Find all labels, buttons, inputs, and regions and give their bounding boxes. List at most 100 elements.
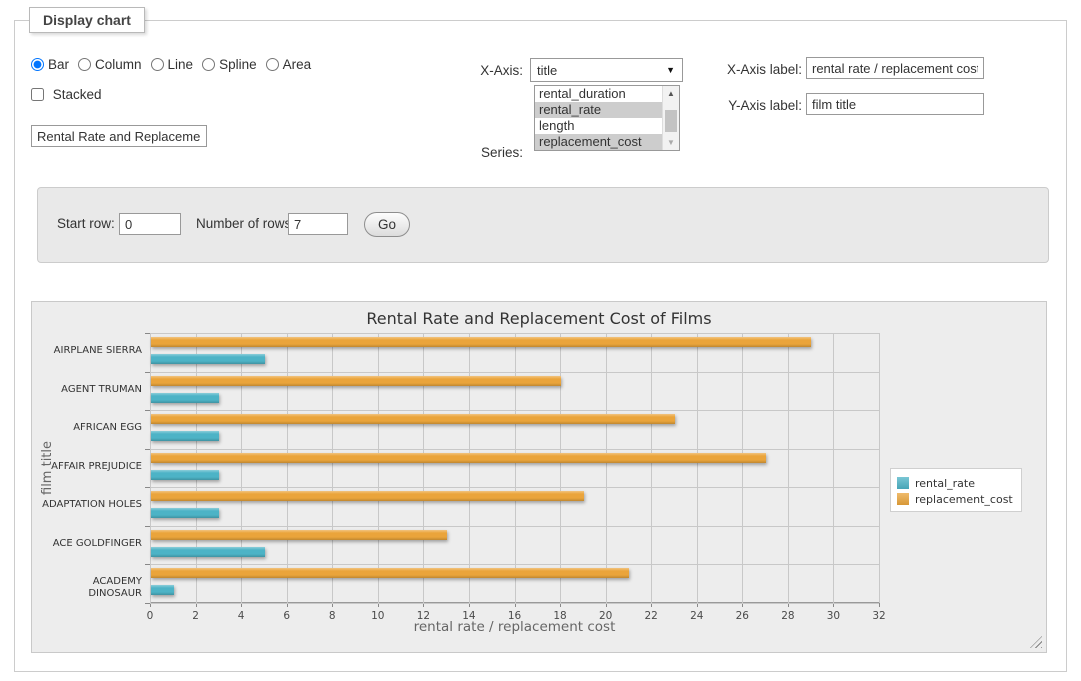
start-row-input[interactable] (119, 213, 181, 235)
y-gridline (150, 333, 879, 334)
x-gridline (469, 333, 470, 603)
y-gridline (150, 410, 879, 411)
series-option-rental_duration[interactable]: rental_duration (535, 86, 662, 102)
scroll-up-icon[interactable]: ▲ (663, 86, 679, 101)
bar-replacement_cost[interactable] (151, 453, 766, 463)
num-rows-label: Number of rows: (196, 216, 295, 231)
bar-rental_rate[interactable] (151, 354, 265, 364)
series-select-label: Series: (423, 145, 523, 160)
chart-container: Rental Rate and Replacement Cost of Film… (31, 301, 1047, 653)
legend-swatch (897, 493, 909, 505)
x-gridline (515, 333, 516, 603)
x-gridline (287, 333, 288, 603)
x-tick-label: 20 (591, 610, 621, 622)
radio-line[interactable] (151, 58, 164, 71)
category-label: ACADEMY DINOSAUR (36, 576, 142, 600)
scroll-thumb[interactable] (665, 110, 677, 132)
bar-replacement_cost[interactable] (151, 491, 584, 501)
category-label: AFRICAN EGG (36, 422, 142, 434)
display-chart-panel: Display chart BarColumnLineSplineArea St… (14, 20, 1067, 672)
chart-type-option-column[interactable]: Column (78, 57, 142, 72)
bar-rental_rate[interactable] (151, 393, 219, 403)
series-option-replacement_cost[interactable]: replacement_cost (535, 134, 662, 150)
stacked-label: Stacked (53, 87, 102, 102)
bar-rental_rate[interactable] (151, 547, 265, 557)
category-label: AIRPLANE SIERRA (36, 345, 142, 357)
start-row-label: Start row: (57, 216, 115, 231)
x-gridline (378, 333, 379, 603)
bar-rental_rate[interactable] (151, 431, 219, 441)
go-button[interactable]: Go (364, 212, 410, 237)
radio-column[interactable] (78, 58, 91, 71)
radio-bar[interactable] (31, 58, 44, 71)
x-gridline (560, 333, 561, 603)
y-gridline (150, 526, 879, 527)
x-tick-mark (879, 603, 880, 607)
x-tick-label: 12 (408, 610, 438, 622)
x-tick-label: 24 (682, 610, 712, 622)
y-gridline (150, 372, 879, 373)
x-gridline (606, 333, 607, 603)
x-tick-label: 26 (727, 610, 757, 622)
chart-title-input[interactable] (31, 125, 207, 147)
series-multiselect[interactable]: rental_durationrental_ratelengthreplacem… (534, 85, 680, 151)
xaxis-select-label: X-Axis: (423, 63, 523, 78)
legend-item-rental_rate[interactable]: rental_rate (897, 474, 1013, 490)
chart-type-radiogroup: Bar Column Line Spline Area (31, 57, 320, 72)
bar-replacement_cost[interactable] (151, 337, 811, 347)
y-tick-mark (145, 372, 150, 373)
x-tick-label: 30 (818, 610, 848, 622)
legend-label: replacement_cost (915, 493, 1013, 506)
x-tick-label: 14 (454, 610, 484, 622)
x-gridline (332, 333, 333, 603)
chart-type-option-bar[interactable]: Bar (31, 57, 69, 72)
chart-type-option-spline[interactable]: Spline (202, 57, 257, 72)
bar-rental_rate[interactable] (151, 508, 219, 518)
x-tick-label: 32 (864, 610, 894, 622)
stacked-option[interactable]: Stacked (31, 87, 102, 102)
y-gridline (150, 564, 879, 565)
bar-replacement_cost[interactable] (151, 376, 561, 386)
yaxis-label-input[interactable] (806, 93, 984, 115)
x-tick-label: 16 (500, 610, 530, 622)
radio-spline[interactable] (202, 58, 215, 71)
x-gridline (879, 333, 880, 603)
series-options: rental_durationrental_ratelengthreplacem… (535, 86, 662, 150)
num-rows-input[interactable] (288, 213, 348, 235)
x-tick-label: 6 (272, 610, 302, 622)
xaxis-select[interactable]: title ▼ (530, 58, 683, 82)
x-gridline (196, 333, 197, 603)
x-gridline (241, 333, 242, 603)
bar-replacement_cost[interactable] (151, 414, 675, 424)
x-gridline (697, 333, 698, 603)
yaxis-label-field-label: Y-Axis label: (704, 98, 802, 113)
x-gridline (651, 333, 652, 603)
legend-label: rental_rate (915, 477, 975, 490)
stacked-checkbox[interactable] (31, 88, 44, 101)
bar-replacement_cost[interactable] (151, 568, 629, 578)
resize-grip-icon[interactable] (1030, 636, 1042, 648)
radio-area[interactable] (266, 58, 279, 71)
legend-swatch (897, 477, 909, 489)
x-tick-label: 22 (636, 610, 666, 622)
series-option-rental_rate[interactable]: rental_rate (535, 102, 662, 118)
scroll-down-icon[interactable]: ▼ (663, 135, 679, 150)
xaxis-label-input[interactable] (806, 57, 984, 79)
category-label: ADAPTATION HOLES (36, 499, 142, 511)
y-tick-mark (145, 603, 150, 604)
chart-type-option-line[interactable]: Line (151, 57, 194, 72)
bar-rental_rate[interactable] (151, 470, 219, 480)
category-label: AFFAIR PREJUDICE (36, 461, 142, 473)
y-gridline (150, 449, 879, 450)
chart-type-option-area[interactable]: Area (266, 57, 312, 72)
series-option-length[interactable]: length (535, 118, 662, 134)
series-scrollbar[interactable]: ▲ ▼ (662, 86, 679, 150)
x-tick-label: 4 (226, 610, 256, 622)
bar-rental_rate[interactable] (151, 585, 174, 595)
x-tick-label: 28 (773, 610, 803, 622)
category-label: AGENT TRUMAN (36, 384, 142, 396)
x-gridline (833, 333, 834, 603)
y-gridline (150, 603, 879, 604)
legend-item-replacement_cost[interactable]: replacement_cost (897, 490, 1013, 506)
bar-replacement_cost[interactable] (151, 530, 447, 540)
